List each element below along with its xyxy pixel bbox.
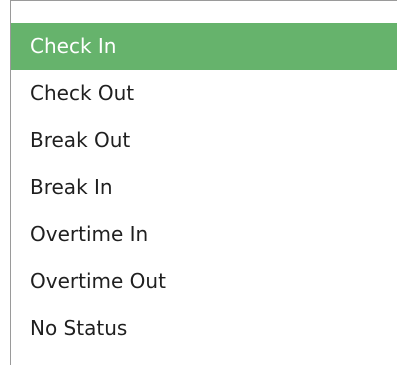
option-break-out[interactable]: Break Out: [11, 117, 397, 164]
status-dropdown-list: Check In Check Out Break Out Break In Ov…: [10, 0, 397, 365]
option-overtime-in[interactable]: Overtime In: [11, 211, 397, 258]
option-check-in[interactable]: Check In: [11, 23, 397, 70]
option-break-in[interactable]: Break In: [11, 164, 397, 211]
option-no-status[interactable]: No Status: [11, 305, 397, 352]
status-options: Check In Check Out Break Out Break In Ov…: [11, 23, 397, 352]
option-overtime-out[interactable]: Overtime Out: [11, 258, 397, 305]
option-check-out[interactable]: Check Out: [11, 70, 397, 117]
